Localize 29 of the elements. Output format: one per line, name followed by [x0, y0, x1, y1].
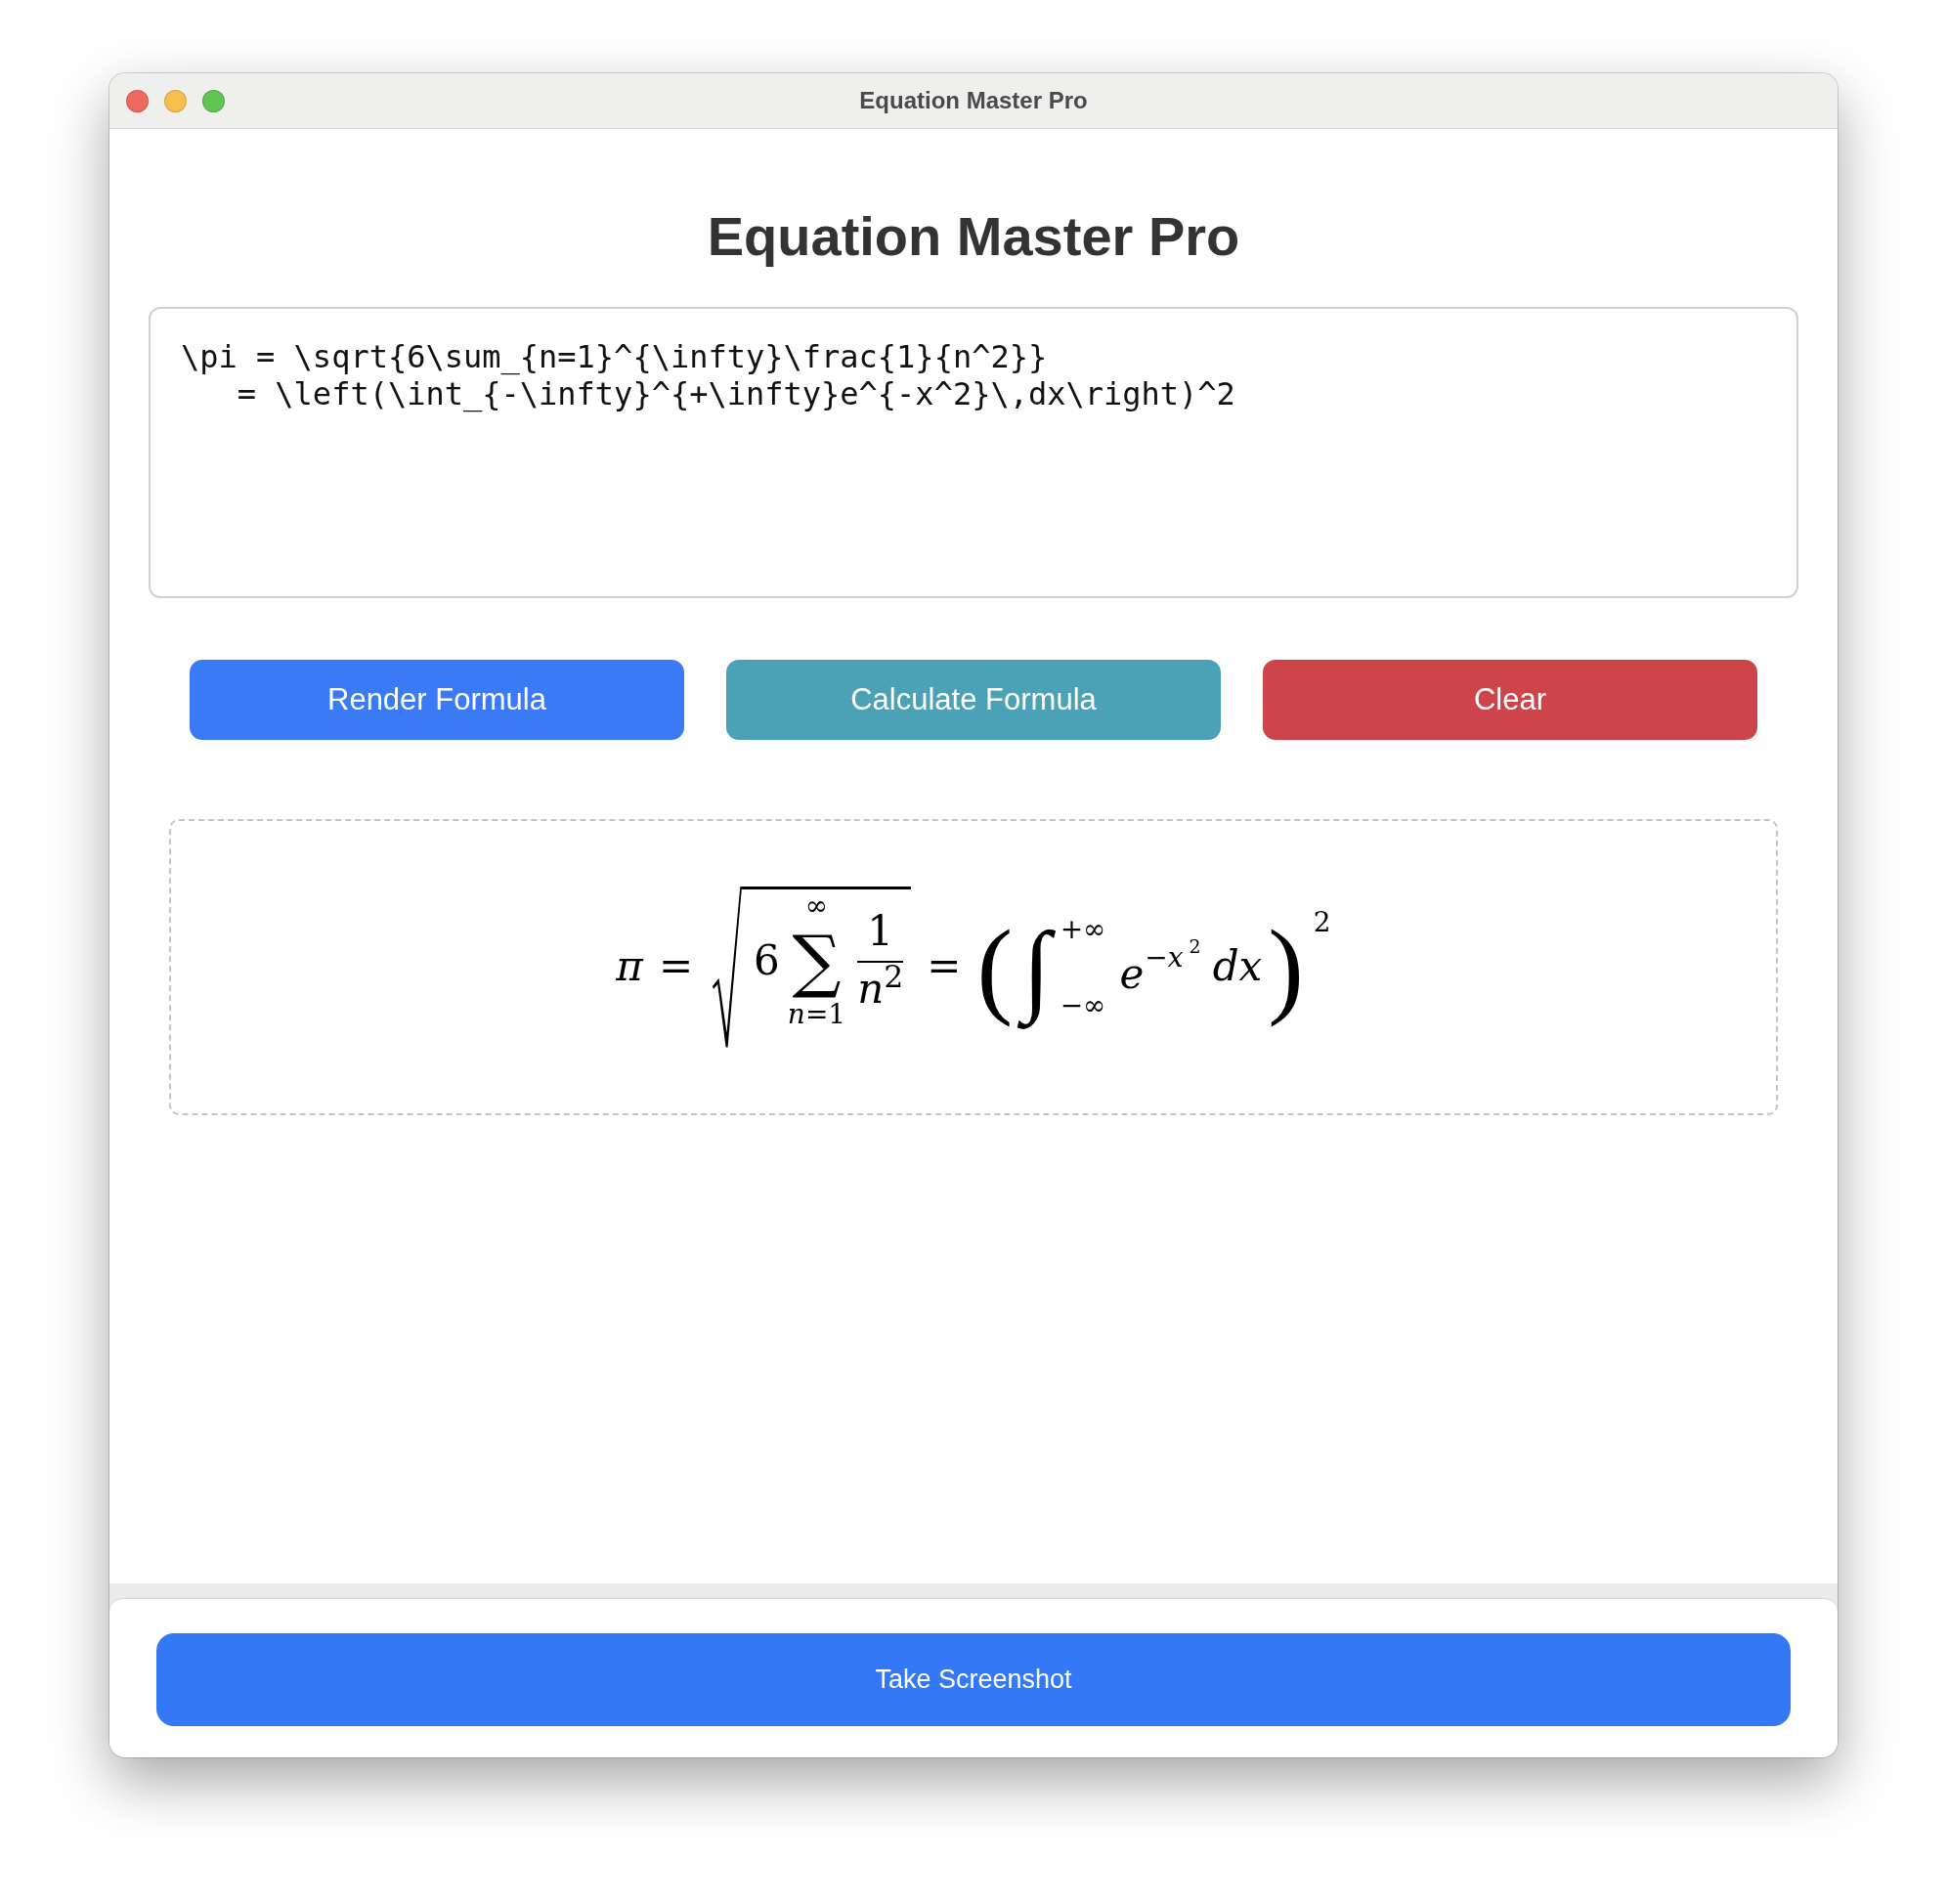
sum-lower-limit: n=1: [787, 1000, 846, 1030]
integral-sign: ∫: [1015, 900, 1060, 1034]
fraction-denominator: n$^{2}$: [857, 965, 904, 1014]
integral-lower-limit: −∞: [1060, 991, 1106, 1022]
parenthesis: ): [1268, 906, 1304, 1029]
calculate-button[interactable]: Calculate Formula: [726, 660, 1221, 740]
screenshot-button[interactable]: Take Screenshot: [156, 1633, 1791, 1726]
sum-upper-limit: ∞: [804, 890, 829, 922]
exponent: −x: [1145, 940, 1184, 974]
app-title: Equation Master Pro: [707, 204, 1240, 269]
math-variable: dx: [1212, 943, 1263, 991]
parenthesis: (: [976, 906, 1014, 1029]
window-title: Equation Master Pro: [859, 86, 1088, 115]
math-number: 6: [754, 936, 780, 984]
render-button[interactable]: Render Formula: [190, 660, 684, 740]
equals-sign: =: [927, 943, 962, 991]
math-variable: e: [1119, 949, 1145, 998]
exponent: 2: [1313, 906, 1331, 939]
clear-button[interactable]: Clear: [1263, 660, 1757, 740]
maximize-icon[interactable]: [202, 89, 225, 112]
summation-sign: ∑: [792, 921, 842, 1000]
equals-sign: =: [658, 943, 694, 991]
formula-input[interactable]: \pi = \sqrt{6\sum_{n=1}^{\infty}\frac{1}{n^2}} = \left(\int_{-\infty}^{+\infty}e^{-x^2}\,dx\right)^2: [149, 307, 1798, 598]
exponent-power: 2: [1189, 934, 1201, 957]
minimize-icon[interactable]: [164, 89, 187, 112]
close-icon[interactable]: [126, 89, 149, 112]
fraction-numerator: 1: [867, 908, 894, 956]
integral-upper-limit: +∞: [1060, 914, 1106, 945]
math-variable: π: [616, 943, 643, 991]
